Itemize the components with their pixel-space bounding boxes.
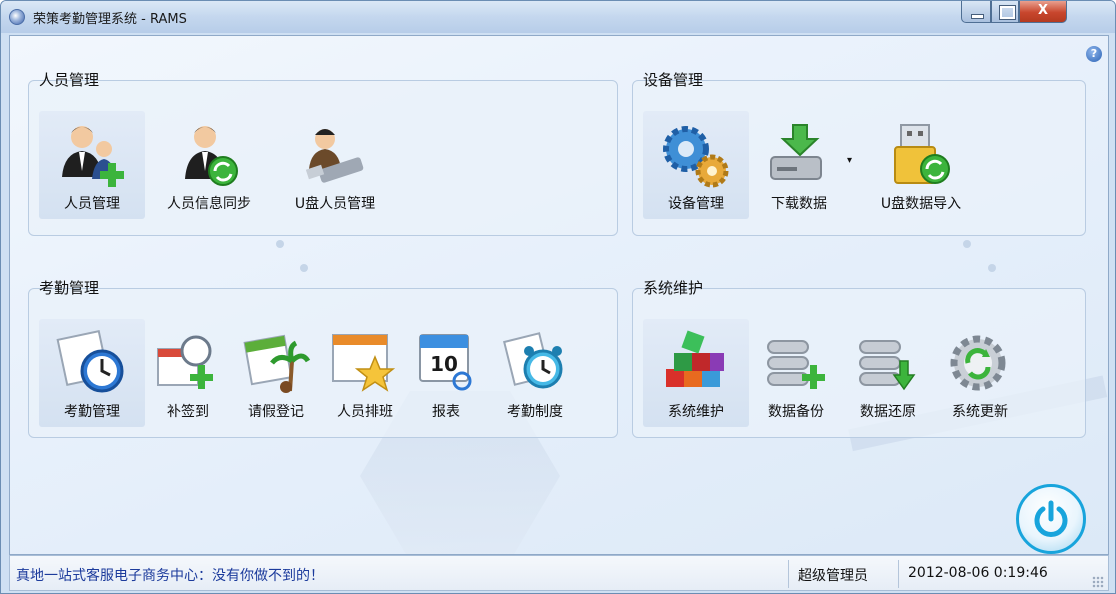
calendar-palm-icon bbox=[243, 334, 311, 393]
main-panel: ? 人员管理 人员管理 人员信息同步 U盘人员管理 设备管理 设备管理 下载数据… bbox=[9, 35, 1109, 555]
divider-dot bbox=[988, 264, 996, 272]
status-message[interactable]: 真地一站式客服电子商务中心：没有你做不到的！ bbox=[16, 565, 324, 585]
tool-label: 人员信息同步 bbox=[167, 196, 251, 212]
alarm-clock-icon bbox=[503, 332, 563, 389]
report-calendar-icon: 10 bbox=[419, 334, 472, 391]
status-datetime: 2012-08-06 0:19:46 bbox=[908, 565, 1048, 581]
tool-label: U盘数据导入 bbox=[880, 196, 962, 212]
tool-usb-personnel[interactable]: U盘人员管理 bbox=[273, 111, 397, 219]
tool-label: 请假登记 bbox=[248, 404, 304, 420]
divider-dot bbox=[963, 240, 971, 248]
group-title: 设备管理 bbox=[643, 71, 704, 89]
status-bar: 真地一站式客服电子商务中心：没有你做不到的！ 超级管理员 2012-08-06 … bbox=[9, 555, 1109, 591]
tool-leave-registration[interactable]: 请假登记 bbox=[231, 319, 321, 427]
group-title: 考勤管理 bbox=[39, 279, 100, 297]
group-title: 人员管理 bbox=[39, 71, 100, 89]
database-restore-icon bbox=[859, 340, 916, 391]
group-personnel: 人员管理 人员管理 人员信息同步 U盘人员管理 bbox=[28, 71, 618, 236]
drive-download-icon bbox=[770, 124, 822, 180]
gears-icon bbox=[663, 126, 729, 188]
tool-device-manage[interactable]: 设备管理 bbox=[643, 111, 749, 219]
title-bar[interactable]: 荣策考勤管理系统 - RAMS X bbox=[1, 1, 1115, 33]
person-sync-icon bbox=[185, 126, 238, 186]
divider-dot bbox=[300, 264, 308, 272]
tool-label: 考勤管理 bbox=[64, 404, 120, 420]
group-attendance: 考勤管理 考勤管理 补签到 请假登记 人员排班 10 报表 考勤制度 bbox=[28, 279, 618, 438]
tool-label: 报表 bbox=[432, 404, 460, 420]
tool-system-maintenance[interactable]: 系统维护 bbox=[643, 319, 749, 427]
power-button[interactable] bbox=[1016, 484, 1086, 554]
tool-data-restore[interactable]: 数据还原 bbox=[843, 319, 933, 427]
close-button[interactable]: X bbox=[1019, 1, 1067, 23]
window-title: 荣策考勤管理系统 - RAMS bbox=[33, 12, 187, 27]
tool-staff-scheduling[interactable]: 人员排班 bbox=[323, 319, 407, 427]
chevron-down-icon[interactable]: ▾ bbox=[847, 155, 852, 166]
divider-dot bbox=[276, 240, 284, 248]
gear-refresh-icon bbox=[950, 335, 1006, 391]
tool-report[interactable]: 10 报表 bbox=[409, 319, 483, 427]
minimize-button[interactable] bbox=[961, 1, 991, 23]
status-user: 超级管理员 bbox=[798, 568, 868, 584]
power-icon bbox=[1034, 500, 1068, 537]
database-add-icon bbox=[767, 340, 825, 389]
usb-import-icon bbox=[894, 124, 950, 184]
resize-grip-icon[interactable] bbox=[1092, 576, 1104, 588]
tool-label: 系统更新 bbox=[952, 404, 1008, 420]
schedule-star-icon bbox=[332, 334, 396, 392]
tool-data-backup[interactable]: 数据备份 bbox=[751, 319, 841, 427]
tool-label: 数据还原 bbox=[860, 404, 916, 420]
group-system: 系统维护 系统维护 数据备份 数据还原 系统更新 bbox=[632, 279, 1086, 438]
tool-label: U盘人员管理 bbox=[294, 196, 376, 212]
person-add-icon bbox=[62, 126, 124, 187]
tool-attendance-manage[interactable]: 考勤管理 bbox=[39, 319, 145, 427]
group-device: 设备管理 设备管理 下载数据 ▾ U盘数据导入 bbox=[632, 71, 1086, 236]
tool-download-data[interactable]: 下载数据 bbox=[751, 111, 847, 219]
status-divider bbox=[898, 560, 899, 588]
svg-text:10: 10 bbox=[430, 352, 458, 376]
tool-label: 人员排班 bbox=[337, 404, 393, 420]
tool-label: 补签到 bbox=[167, 404, 209, 420]
tool-attendance-policy[interactable]: 考勤制度 bbox=[485, 319, 585, 427]
tool-system-update[interactable]: 系统更新 bbox=[935, 319, 1025, 427]
help-icon[interactable]: ? bbox=[1086, 46, 1102, 62]
person-usb-icon bbox=[305, 129, 364, 183]
tool-personnel-sync[interactable]: 人员信息同步 bbox=[147, 111, 271, 219]
tool-label: 考勤制度 bbox=[507, 404, 563, 420]
status-divider bbox=[788, 560, 789, 588]
tool-usb-import[interactable]: U盘数据导入 bbox=[863, 111, 979, 219]
tool-label: 系统维护 bbox=[668, 404, 724, 420]
tool-personnel-manage[interactable]: 人员管理 bbox=[39, 111, 145, 219]
group-title: 系统维护 bbox=[643, 279, 704, 297]
calendar-add-icon bbox=[157, 335, 213, 389]
main-window: 荣策考勤管理系统 - RAMS X ? 人员管理 人员管理 人员信息同步 U盘人… bbox=[0, 0, 1116, 594]
tool-label: 下载数据 bbox=[771, 196, 827, 212]
tool-label: 设备管理 bbox=[668, 196, 724, 212]
blocks-icon bbox=[666, 330, 724, 387]
tool-make-up-checkin[interactable]: 补签到 bbox=[147, 319, 229, 427]
calendar-clock-icon bbox=[56, 329, 124, 393]
app-logo-icon bbox=[9, 9, 25, 25]
tool-label: 数据备份 bbox=[768, 404, 824, 420]
maximize-button[interactable] bbox=[991, 1, 1019, 23]
tool-label: 人员管理 bbox=[64, 196, 120, 212]
